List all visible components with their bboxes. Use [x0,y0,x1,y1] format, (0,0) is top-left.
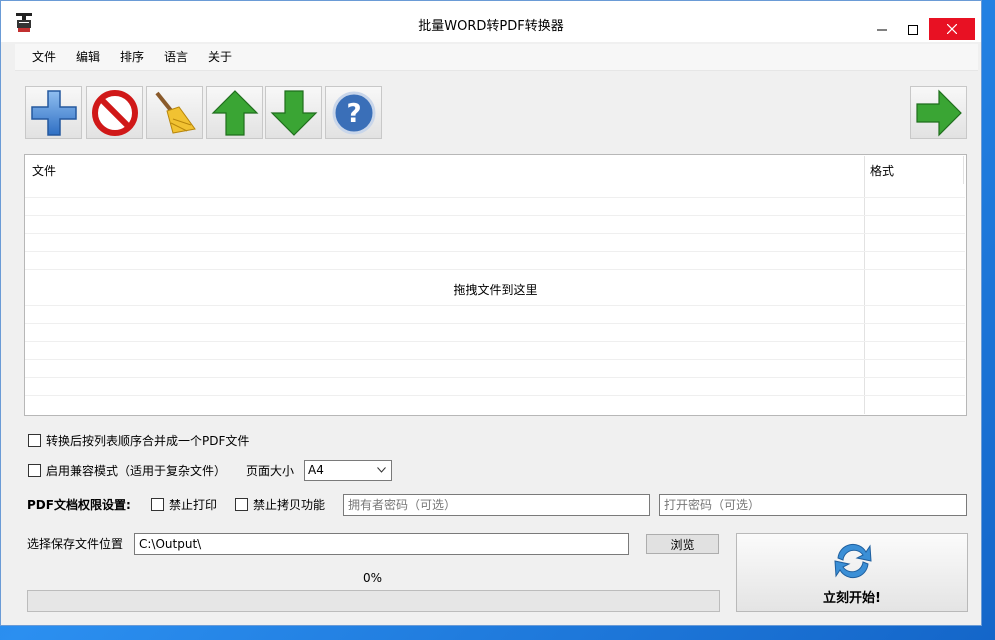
list-row-line [25,377,965,378]
close-button[interactable] [929,18,975,40]
list-row-line [25,395,965,396]
maximize-icon [908,24,918,35]
menu-edit[interactable]: 编辑 [76,49,100,65]
list-row-line [25,359,965,360]
move-down-button[interactable] [265,86,322,139]
column-divider [963,156,964,184]
start-button[interactable]: 立刻开始! [736,533,968,612]
svg-text:?: ? [346,99,361,129]
move-down-arrow-icon [270,89,317,136]
page-size-label: 页面大小 [246,464,295,478]
next-right-arrow-icon [915,89,962,136]
menu-about[interactable]: 关于 [208,49,232,65]
no-print-label[interactable]: 禁止打印 [169,497,217,513]
window-title: 批量WORD转PDF转换器 [418,19,564,34]
compat-mode-checkbox[interactable] [28,464,41,477]
browse-button[interactable]: 浏览 [646,534,719,554]
app-window: 批量WORD转PDF转换器 文件 编辑 排序 语言 关于 ? 文件 格式 拖拽文… [0,0,982,626]
list-row-line [25,269,965,270]
drop-hint: 拖拽文件到这里 [453,283,538,297]
clear-list-button[interactable] [146,86,203,139]
close-icon [947,24,957,34]
list-row-line [25,197,965,198]
add-plus-icon [30,89,77,136]
progress-text: 0% [363,571,383,585]
title-bar[interactable]: 批量WORD转PDF转换器 [1,1,981,42]
output-path-field[interactable]: C:\Output\ [134,533,629,555]
menu-bar: 文件 编辑 排序 语言 关于 [15,44,978,71]
column-file[interactable]: 文件 [32,163,56,179]
next-button[interactable] [910,86,967,139]
menu-sort[interactable]: 排序 [120,49,144,65]
move-up-button[interactable] [206,86,263,139]
merge-checkbox[interactable] [28,434,41,447]
menu-language[interactable]: 语言 [164,49,188,65]
output-location-label: 选择保存文件位置 [27,537,124,551]
owner-password-field[interactable]: 拥有者密码（可选） [343,494,650,516]
minimize-icon [877,29,887,30]
add-files-button[interactable] [25,86,82,139]
menu-file[interactable]: 文件 [32,49,56,65]
merge-label[interactable]: 转换后按列表顺序合并成一个PDF文件 [46,433,249,449]
no-copy-label[interactable]: 禁止拷贝功能 [253,497,325,513]
list-row-line [25,305,965,306]
list-row-line [25,233,965,234]
page-size-value: A4 [308,463,324,477]
page-size-select[interactable]: A4 [304,460,392,481]
refresh-arrows-icon [834,543,872,579]
file-list[interactable]: 文件 格式 拖拽文件到这里 [24,154,967,416]
help-question-icon: ? [332,91,375,134]
list-row-line [25,251,965,252]
help-button[interactable]: ? [325,86,382,139]
open-password-field[interactable]: 打开密码（可选） [659,494,967,516]
column-format[interactable]: 格式 [870,163,894,179]
file-list-header: 文件 格式 [25,155,966,185]
no-print-checkbox[interactable] [151,498,164,511]
progress-bar [27,590,720,612]
permissions-heading: PDF文档权限设置: [27,498,131,512]
remove-no-icon [91,89,138,136]
remove-file-button[interactable] [86,86,143,139]
list-row-line [25,215,965,216]
clear-broom-icon [154,91,196,134]
move-up-arrow-icon [211,89,258,136]
no-copy-checkbox[interactable] [235,498,248,511]
chevron-down-icon [377,467,386,473]
compat-mode-label[interactable]: 启用兼容模式（适用于复杂文件） [46,463,226,479]
list-row-line [25,341,965,342]
start-button-label: 立刻开始! [823,591,881,606]
list-row-line [25,323,965,324]
